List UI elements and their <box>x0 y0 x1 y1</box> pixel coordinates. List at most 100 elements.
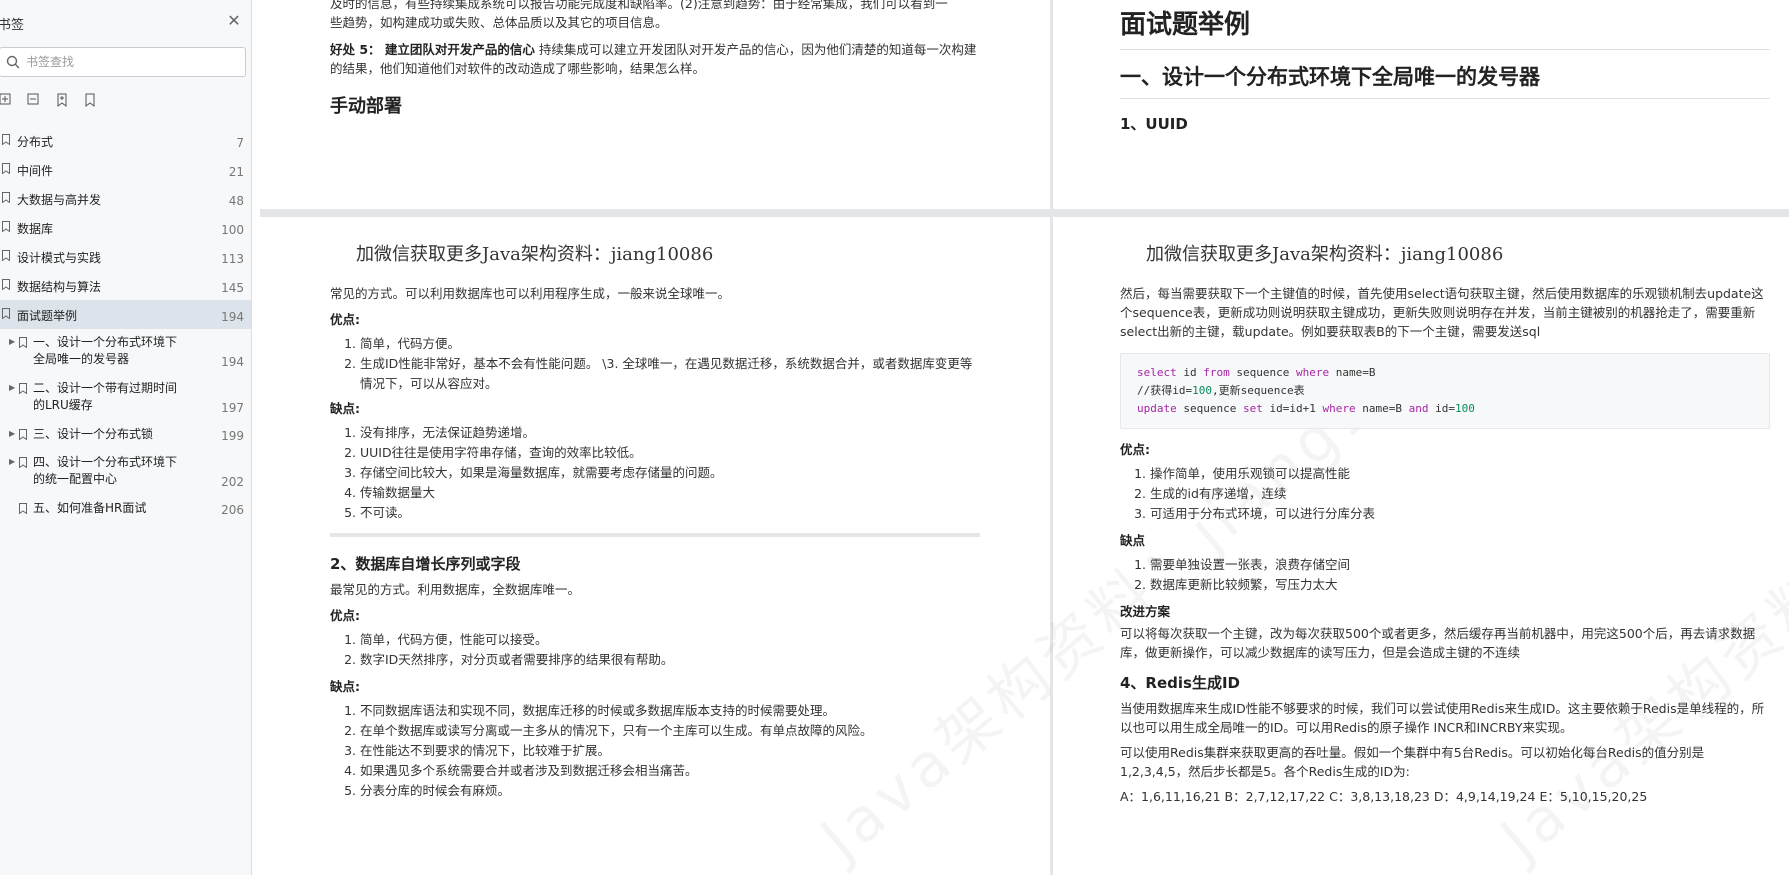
expand-caret-icon[interactable]: ▶ <box>9 429 15 438</box>
bookmark-subitem[interactable]: ▶ 三、设计一个分布式锁 199 <box>0 421 251 449</box>
page-divider-vertical <box>1050 0 1053 875</box>
list-item: 数据库更新比较频繁，写压力太大 <box>1150 575 1770 595</box>
wechat-banner: 加微信获取更多Java架构资料：jiang10086 <box>356 244 714 265</box>
sub-heading: 1、UUID <box>1120 115 1188 133</box>
code-keyword: and <box>1408 402 1429 415</box>
bookmark-icon[interactable] <box>82 92 98 108</box>
code-keyword: where <box>1322 402 1356 415</box>
bookmark-item[interactable]: 数据库 100 <box>0 213 251 242</box>
section-heading: 2、数据库自增长序列或字段 <box>330 555 521 573</box>
expand-caret-icon[interactable]: ▶ <box>9 383 15 392</box>
list-item: 在单个数据库或读写分离或一主多从的情况下，只有一个主库可以生成。有单点故障的风险… <box>360 721 980 741</box>
code-keyword: where <box>1295 366 1330 379</box>
bookmark-sub-label: 四、设计一个分布式环境下的统一配置中心 <box>33 455 178 486</box>
bookmark-label: 分布式 <box>17 135 54 149</box>
code-line: select id from sequence where name=B <box>1137 364 1753 382</box>
bookmark-subitem[interactable]: 五、如何准备HR面试 206 <box>0 495 251 523</box>
bookmark-flag-icon <box>2 308 10 319</box>
divider <box>1120 49 1770 50</box>
bookmark-subitem[interactable]: ▶ 一、设计一个分布式环境下全局唯一的发号器 194 <box>0 329 251 375</box>
list-item: 简单，代码方便。 <box>360 334 980 354</box>
code-text: sequence <box>1229 366 1296 379</box>
bookmark-page: 206 <box>221 503 244 517</box>
bookmark-flag-icon <box>2 192 10 203</box>
bookmark-item[interactable]: 数据结构与算法 145 <box>0 271 251 300</box>
add-bookmark-icon[interactable] <box>54 92 70 108</box>
close-icon[interactable]: ✕ <box>226 13 242 29</box>
paragraph: 可以将每次获取一个主键，改为每次获取500个或者更多，然后缓存再当前机器中，用完… <box>1120 626 1756 660</box>
bookmark-item-active[interactable]: 面试题举例 194 <box>0 300 251 329</box>
page-bottom-right: 加微信获取更多Java架构资料：jiang10086 然后，每当需要获取下一个主… <box>1120 240 1770 806</box>
bookmark-page: 7 <box>236 136 244 150</box>
page-divider-horizontal <box>260 209 1789 217</box>
sidebar-title: 书签 <box>0 18 25 33</box>
bookmark-item[interactable]: 设计模式与实践 113 <box>0 242 251 271</box>
bookmark-page: 194 <box>221 355 244 369</box>
page-top-right: 面试题举例 一、设计一个分布式环境下全局唯一的发号器 1、UUID <box>1120 4 1770 134</box>
list-item: 在性能达不到要求的情况下，比较难于扩展。 <box>360 741 980 761</box>
bookmark-page: 100 <box>221 223 244 237</box>
bookmark-page: 194 <box>221 310 244 324</box>
bookmark-search-input[interactable] <box>26 52 236 72</box>
code-number: 100 <box>1192 384 1212 397</box>
bookmark-flag-icon <box>19 429 27 440</box>
list-item: 数字ID天然排序，对分页或者需要排序的结果很有帮助。 <box>360 650 980 670</box>
bookmark-sub-label: 五、如何准备HR面试 <box>33 501 147 515</box>
bookmark-flag-icon <box>2 221 10 232</box>
sidebar-header: 书签 ✕ <box>0 0 251 44</box>
paragraph: 当使用数据库来生成ID性能不够要求的时候，我们可以尝试使用Redis来生成ID。… <box>1120 701 1765 735</box>
code-keyword: select <box>1137 366 1177 379</box>
pros-list: 简单，代码方便，性能可以接受。 数字ID天然排序，对分页或者需要排序的结果很有帮… <box>330 630 980 670</box>
paragraph: 可以使用Redis集群来获取更高的吞吐量。假如一个集群中有5台Redis。可以初… <box>1120 745 1705 779</box>
code-block: select id from sequence where name=B //获… <box>1120 353 1770 429</box>
list-item: 传输数据量大 <box>360 483 980 503</box>
paragraph: 常见的方式。可以利用数据库也可以利用程序生成，一般来说全球唯一。 <box>330 286 731 301</box>
collapse-all-icon[interactable] <box>26 92 42 108</box>
bookmark-subitem[interactable]: ▶ 二、设计一个带有过期时间的LRU缓存 197 <box>0 375 251 421</box>
pros-list: 简单，代码方便。 生成ID性能非常好，基本不会有性能问题。 \3. 全球唯一，在… <box>330 334 980 394</box>
bookmark-sidebar: 书签 ✕ 分布式 7 中间件 21 大数据与高并发 48 数据库 100 <box>0 0 252 875</box>
code-comment: //获得id= <box>1137 384 1193 397</box>
code-line: //获得id=100,更新sequence表 <box>1137 382 1753 400</box>
pros-list: 操作简单，使用乐观锁可以提高性能 生成的id有序递增，连续 可适用于分布式环境，… <box>1120 464 1770 524</box>
expand-caret-icon[interactable]: ▶ <box>9 457 15 466</box>
bookmark-subitem[interactable]: ▶ 四、设计一个分布式环境下的统一配置中心 202 <box>0 449 251 495</box>
expand-caret-icon[interactable]: ▶ <box>9 337 15 346</box>
bookmark-flag-icon <box>2 134 10 145</box>
divider <box>1120 98 1770 99</box>
list-item: 生成的id有序递增，连续 <box>1150 484 1770 504</box>
bookmark-flag-icon <box>19 383 27 394</box>
section-heading: 一、设计一个分布式环境下全局唯一的发号器 <box>1120 65 1540 89</box>
bookmark-item[interactable]: 分布式 7 <box>0 126 251 155</box>
code-text: name=B <box>1355 402 1409 415</box>
expand-all-icon[interactable] <box>0 92 14 108</box>
code-text: id= <box>1428 402 1455 415</box>
list-item: 存储空间比较大，如果是海量数据库，就需要考虑存储量的问题。 <box>360 463 980 483</box>
bookmark-list: 分布式 7 中间件 21 大数据与高并发 48 数据库 100 设计模式与实践 … <box>0 126 251 523</box>
code-keyword: update <box>1137 402 1177 415</box>
list-item: 不可读。 <box>360 503 980 523</box>
bookmark-flag-icon <box>2 250 10 261</box>
section-heading: 手动部署 <box>330 96 402 117</box>
wechat-banner: 加微信获取更多Java架构资料：jiang10086 <box>1146 244 1504 265</box>
cons-list: 不同数据库语法和实现不同，数据库迁移的时候或多数据库版本支持的时候需要处理。 在… <box>330 701 980 801</box>
bookmark-page: 113 <box>221 252 244 266</box>
paragraph: 及时的信息，有些持续集成系统可以报告功能完成度和缺陷率。(2)注意到趋势：由于经… <box>330 0 980 32</box>
paragraph: 然后，每当需要获取下一个主键值的时候，首先使用select语句获取主键，然后使用… <box>1120 286 1764 339</box>
list-item: UUID往往是使用字符串存储，查询的效率比较低。 <box>360 443 980 463</box>
bookmark-item[interactable]: 中间件 21 <box>0 155 251 184</box>
list-item: 分表分库的时候会有麻烦。 <box>360 781 980 801</box>
sidebar-toolbar <box>0 92 120 110</box>
code-keyword: set <box>1242 402 1263 415</box>
paragraph: 最常见的方式。利用数据库，全数据库唯一。 <box>330 582 581 597</box>
bookmark-sub-label: 二、设计一个带有过期时间的LRU缓存 <box>33 381 178 412</box>
benefit-label: 好处 5： 建立团队对开发产品的信心 <box>330 42 535 57</box>
pros-label: 优点: <box>330 608 360 623</box>
code-text: name=B <box>1329 366 1376 379</box>
bookmark-item[interactable]: 大数据与高并发 48 <box>0 184 251 213</box>
cons-list: 需要单独设置一张表，浪费存储空间 数据库更新比较频繁，写压力太大 <box>1120 555 1770 595</box>
list-item: 没有排序，无法保证趋势递增。 <box>360 423 980 443</box>
cons-list: 没有排序，无法保证趋势递增。 UUID往往是使用字符串存储，查询的效率比较低。 … <box>330 423 980 523</box>
bookmark-search <box>0 47 246 77</box>
bookmark-label: 设计模式与实践 <box>17 251 102 265</box>
